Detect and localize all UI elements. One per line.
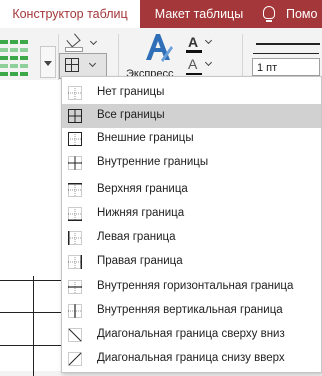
all-borders-icon — [65, 58, 79, 72]
chevron-down-icon[interactable] — [91, 39, 98, 46]
menu-item-label: Нижняя граница — [97, 207, 185, 219]
menu-item-label: Внешние границы — [97, 132, 194, 144]
table-styles-gallery[interactable] — [0, 36, 31, 82]
no-border-icon — [68, 86, 82, 100]
menu-item-top-border[interactable]: Верхняя граница — [62, 178, 321, 202]
menu-item-label: Верхняя граница — [97, 183, 188, 195]
text-outline-icon: A — [188, 56, 198, 72]
inside-borders-icon — [68, 156, 82, 170]
gallery-more-button[interactable] — [40, 46, 56, 78]
text-effects-icon — [146, 34, 173, 62]
menu-item-inside-horizontal-border[interactable]: Внутренняя горизонтальная граница — [62, 275, 321, 299]
shading-button[interactable] — [63, 33, 83, 52]
chevron-down-icon — [206, 38, 213, 45]
menu-item-bottom-border[interactable]: Нижняя граница — [62, 202, 321, 226]
menu-item-label: Нет границы — [97, 86, 165, 98]
tab-help-label: Помо — [286, 7, 318, 21]
font-color-icon: A — [188, 34, 199, 50]
menu-item-label: Левая граница — [97, 231, 176, 243]
top-border-icon — [68, 183, 82, 197]
menu-item-left-border[interactable]: Левая граница — [62, 226, 321, 250]
menu-item-all-borders[interactable]: Все границы — [62, 104, 321, 128]
menu-item-outside-borders[interactable]: Внешние границы — [62, 127, 321, 151]
inside-horizontal-border-icon — [68, 280, 82, 294]
chevron-down-icon — [206, 60, 213, 67]
menu-item-label: Диагональная граница снизу вверх — [97, 352, 285, 364]
paint-bucket-icon — [66, 33, 81, 48]
ribbon-body: Экспресс A A 1 пт — [0, 28, 322, 84]
diagonal-down-border-icon — [68, 328, 82, 342]
menu-item-diagonal-up-border[interactable]: Диагональная граница снизу вверх — [62, 347, 321, 371]
menu-item-label: Все границы — [97, 109, 165, 121]
lightbulb-icon — [263, 6, 275, 22]
menu-item-label: Внутренние границы — [97, 156, 209, 168]
all-borders-icon — [68, 109, 82, 123]
pen-weight-selector[interactable]: 1 пт — [252, 53, 320, 76]
outside-borders-icon — [68, 132, 82, 146]
menu-item-label: Внутренняя вертикальная граница — [97, 304, 283, 316]
text-outline-button[interactable]: A — [186, 56, 216, 76]
tab-table-design[interactable]: Конструктор таблиц — [0, 0, 140, 28]
menu-item-right-border[interactable]: Правая граница — [62, 250, 321, 274]
menu-item-inside-borders[interactable]: Внутренние границы — [62, 151, 321, 175]
ribbon-tab-bar: Конструктор таблиц Макет таблицы Помо — [0, 0, 322, 28]
menu-item-label: Внутренняя горизонтальная граница — [97, 280, 294, 292]
tab-table-layout[interactable]: Макет таблицы — [153, 0, 245, 28]
menu-item-diagonal-down-border[interactable]: Диагональная граница сверху вниз — [62, 323, 321, 347]
tab-help[interactable]: Помо — [255, 0, 322, 28]
menu-item-inside-vertical-border[interactable]: Внутренняя вертикальная граница — [62, 299, 321, 323]
menu-item-label: Диагональная граница сверху вниз — [97, 328, 285, 340]
chevron-down-icon — [90, 61, 97, 68]
borders-dropdown-menu: Нет границы Все границы Внешние границы … — [61, 76, 322, 373]
document-canvas — [0, 80, 65, 376]
menu-item-no-border[interactable]: Нет границы — [62, 81, 321, 105]
bottom-border-icon — [68, 207, 82, 221]
diagonal-up-border-icon — [68, 352, 82, 366]
right-border-icon — [68, 255, 82, 269]
menu-item-label: Правая граница — [97, 255, 183, 267]
text-color-button[interactable]: A — [186, 34, 216, 53]
inside-vertical-border-icon — [68, 304, 82, 318]
left-border-icon — [68, 231, 82, 245]
